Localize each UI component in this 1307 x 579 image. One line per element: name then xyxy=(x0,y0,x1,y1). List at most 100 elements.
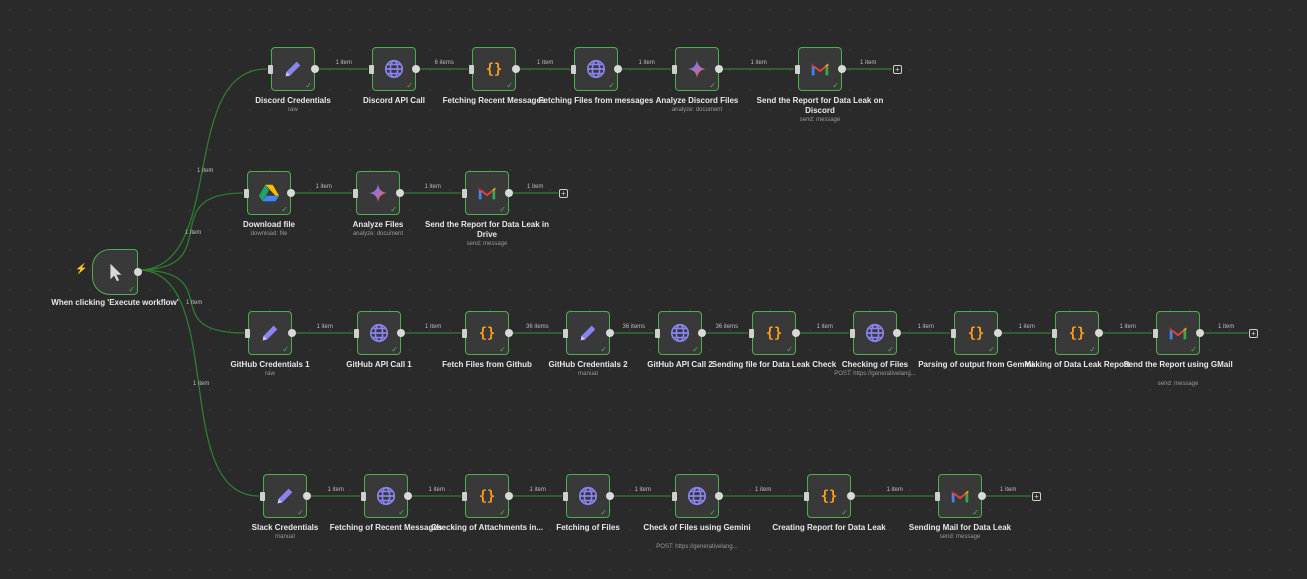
input-pin[interactable] xyxy=(260,491,265,501)
trigger-bolt-icon: ⚡ xyxy=(75,264,88,275)
input-pin[interactable] xyxy=(469,64,474,74)
output-pin[interactable] xyxy=(396,189,404,197)
input-pin[interactable] xyxy=(804,491,809,501)
output-pin[interactable] xyxy=(893,329,901,337)
code-braces-icon: {} xyxy=(476,322,498,344)
input-pin[interactable] xyxy=(1052,328,1057,338)
input-pin[interactable] xyxy=(462,491,467,501)
workflow-node[interactable]: {} ✓ xyxy=(462,311,513,355)
output-pin[interactable] xyxy=(1095,329,1103,337)
input-pin[interactable] xyxy=(850,328,855,338)
output-pin[interactable] xyxy=(287,189,295,197)
output-pin[interactable] xyxy=(838,65,846,73)
input-pin[interactable] xyxy=(244,188,249,198)
workflow-node[interactable]: {} ✓ xyxy=(951,311,1002,355)
input-pin[interactable] xyxy=(655,328,660,338)
input-pin[interactable] xyxy=(672,64,677,74)
workflow-node[interactable]: ✓ xyxy=(672,47,723,91)
workflow-node[interactable]: ✓ xyxy=(850,311,901,355)
output-pin[interactable] xyxy=(978,492,986,500)
output-pin[interactable] xyxy=(715,492,723,500)
input-pin[interactable] xyxy=(1153,328,1158,338)
output-pin[interactable] xyxy=(397,329,405,337)
input-pin[interactable] xyxy=(563,328,568,338)
workflow-node[interactable]: {} ✓ xyxy=(1052,311,1103,355)
output-pin[interactable] xyxy=(303,492,311,500)
workflow-node[interactable]: ✓ xyxy=(354,311,405,355)
input-pin[interactable] xyxy=(462,188,467,198)
output-pin[interactable] xyxy=(288,329,296,337)
workflow-node[interactable]: ✓ xyxy=(795,47,846,91)
output-pin[interactable] xyxy=(614,65,622,73)
workflow-node[interactable]: ✓ xyxy=(361,474,412,518)
input-pin[interactable] xyxy=(361,491,366,501)
add-node-button[interactable]: + xyxy=(1249,328,1258,338)
trigger-node[interactable]: ✓ xyxy=(92,249,142,295)
success-check-icon: ✓ xyxy=(297,508,304,517)
output-pin[interactable] xyxy=(606,492,614,500)
output-pin[interactable] xyxy=(715,65,723,73)
workflow-node[interactable]: {} ✓ xyxy=(749,311,800,355)
output-pin[interactable] xyxy=(847,492,855,500)
workflow-node[interactable]: ✓ xyxy=(244,171,295,215)
globe-icon xyxy=(375,485,397,507)
workflow-node[interactable]: ✓ xyxy=(935,474,986,518)
input-pin[interactable] xyxy=(354,328,359,338)
globe-icon xyxy=(383,58,405,80)
input-pin[interactable] xyxy=(672,491,677,501)
output-pin[interactable] xyxy=(994,329,1002,337)
workflow-node[interactable]: ✓ xyxy=(245,311,296,355)
output-pin[interactable] xyxy=(134,268,142,276)
workflow-node[interactable]: {} ✓ xyxy=(469,47,520,91)
output-pin[interactable] xyxy=(505,492,513,500)
code-braces-icon: {} xyxy=(1066,322,1088,344)
code-braces-icon: {} xyxy=(483,58,505,80)
workflow-node[interactable]: ✓ xyxy=(369,47,420,91)
output-pin[interactable] xyxy=(1196,329,1204,337)
edge-item-count: 1 item xyxy=(638,60,655,66)
svg-text:{}: {} xyxy=(766,326,783,342)
output-pin[interactable] xyxy=(792,329,800,337)
input-pin[interactable] xyxy=(563,491,568,501)
success-check-icon: ✓ xyxy=(887,345,894,354)
workflow-node[interactable]: ✓ xyxy=(571,47,622,91)
output-pin[interactable] xyxy=(505,189,513,197)
workflow-node[interactable]: ✓ xyxy=(462,171,513,215)
edge-item-count: 1 item xyxy=(1218,324,1235,330)
input-pin[interactable] xyxy=(795,64,800,74)
output-pin[interactable] xyxy=(505,329,513,337)
output-pin[interactable] xyxy=(412,65,420,73)
workflow-node[interactable]: ✓ xyxy=(268,47,319,91)
input-pin[interactable] xyxy=(245,328,250,338)
workflow-node[interactable]: ✓ xyxy=(563,311,614,355)
input-pin[interactable] xyxy=(951,328,956,338)
node-label: Sending Mail for Data Leak xyxy=(908,523,1012,532)
workflow-node[interactable]: {} ✓ xyxy=(462,474,513,518)
add-node-button[interactable]: + xyxy=(559,188,568,198)
output-pin[interactable] xyxy=(404,492,412,500)
output-pin[interactable] xyxy=(512,65,520,73)
add-node-button[interactable]: + xyxy=(1032,491,1041,501)
workflow-node[interactable]: ✓ xyxy=(672,474,723,518)
input-pin[interactable] xyxy=(462,328,467,338)
input-pin[interactable] xyxy=(749,328,754,338)
workflow-node[interactable]: ✓ xyxy=(1153,311,1204,355)
workflow-node[interactable]: ✓ xyxy=(353,171,404,215)
output-pin[interactable] xyxy=(606,329,614,337)
edge-item-count: 1 item xyxy=(527,184,544,190)
input-pin[interactable] xyxy=(268,64,273,74)
input-pin[interactable] xyxy=(571,64,576,74)
workflow-node[interactable]: ✓ xyxy=(260,474,311,518)
workflow-canvas[interactable]: ⚡ ✓ When clicking 'Execute workflow' 1 i… xyxy=(0,0,1307,579)
workflow-node[interactable]: ✓ xyxy=(655,311,706,355)
input-pin[interactable] xyxy=(353,188,358,198)
input-pin[interactable] xyxy=(935,491,940,501)
input-pin[interactable] xyxy=(369,64,374,74)
output-pin[interactable] xyxy=(698,329,706,337)
success-check-icon: ✓ xyxy=(1089,345,1096,354)
code-braces-icon: {} xyxy=(965,322,987,344)
add-node-button[interactable]: + xyxy=(893,64,902,74)
workflow-node[interactable]: {} ✓ xyxy=(804,474,855,518)
output-pin[interactable] xyxy=(311,65,319,73)
workflow-node[interactable]: ✓ xyxy=(563,474,614,518)
